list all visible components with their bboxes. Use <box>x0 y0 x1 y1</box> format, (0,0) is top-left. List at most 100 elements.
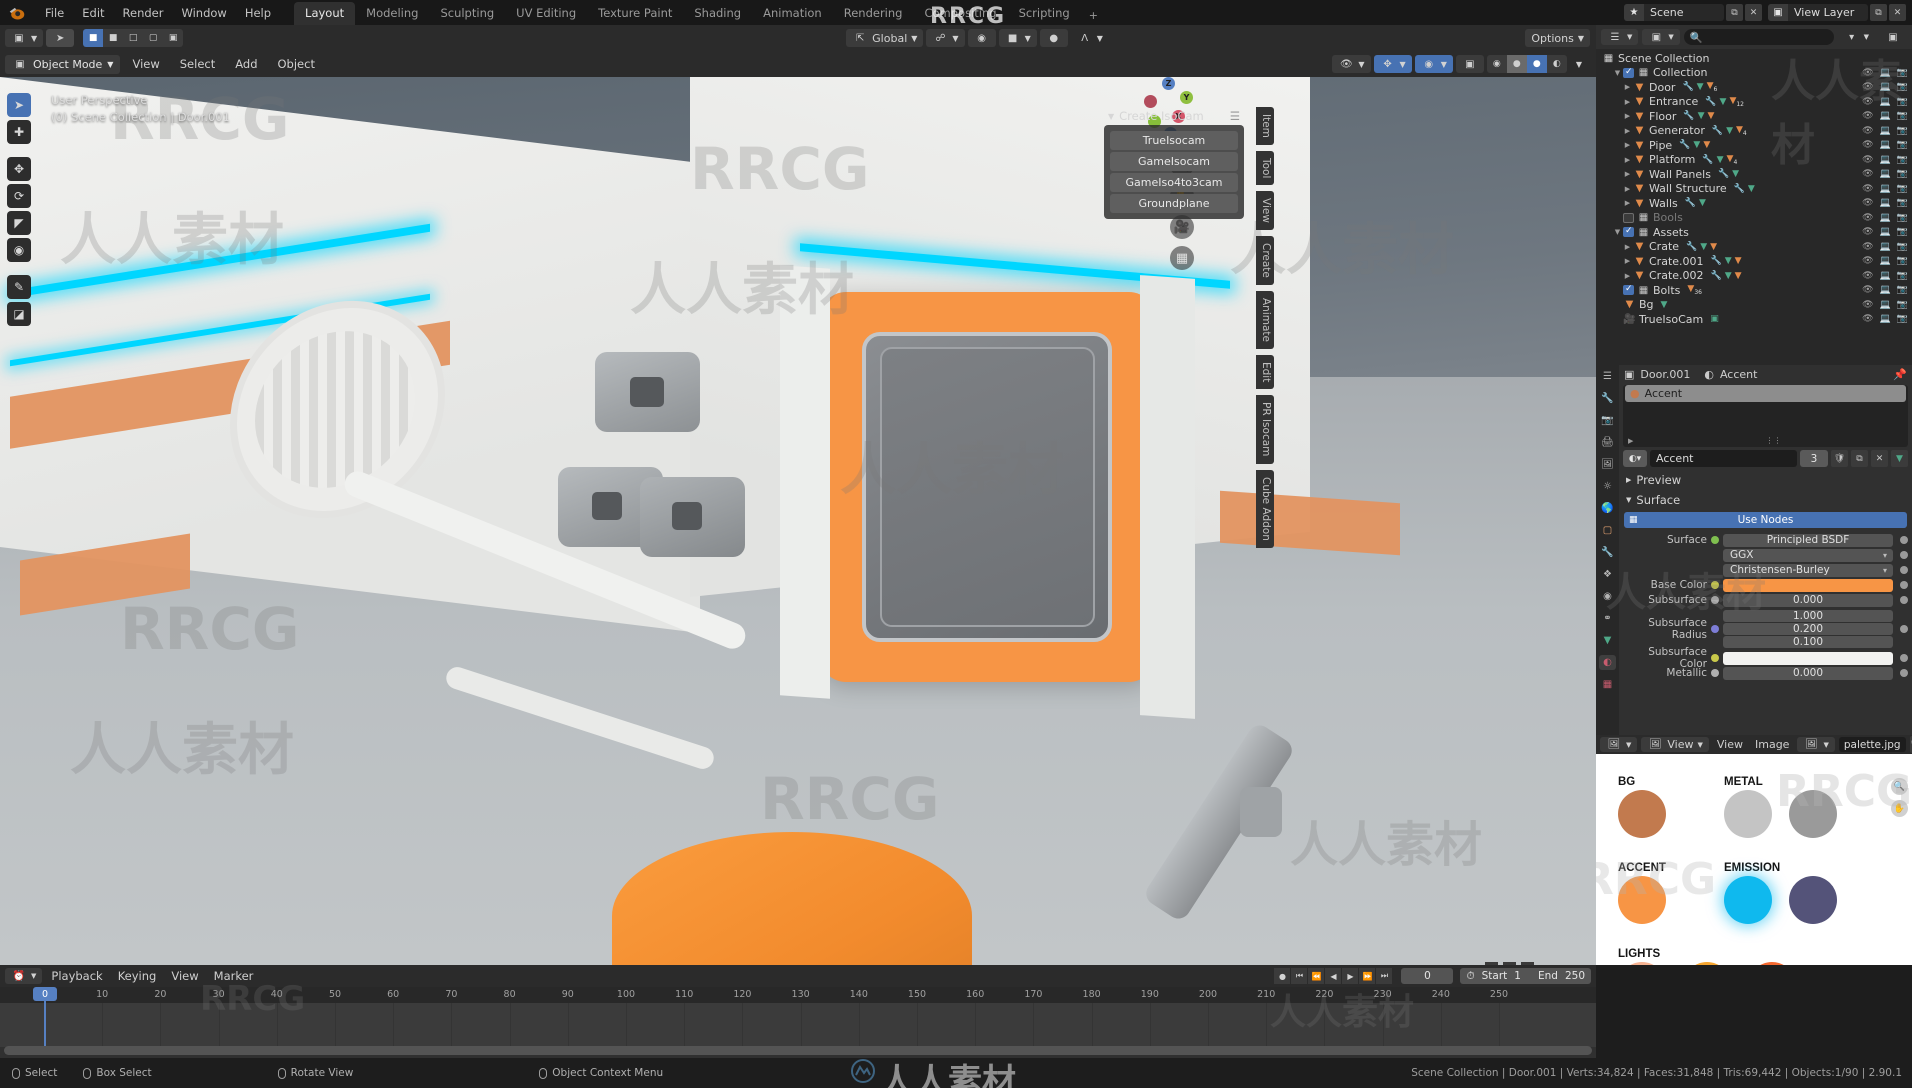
unlink-material-button[interactable]: ✕ <box>1871 450 1888 467</box>
new-scene-button[interactable]: ⧉ <box>1726 4 1743 21</box>
screen-icon[interactable]: 💻 <box>1880 256 1891 266</box>
view-layer-selector[interactable]: ▣ View Layer <box>1768 4 1868 21</box>
screen-icon[interactable]: 💻 <box>1880 97 1891 107</box>
tab-modifier[interactable]: 🔧 <box>1599 545 1616 560</box>
solid-shading-button[interactable]: ● <box>1506 55 1527 73</box>
modifier-wrench-icon[interactable]: 🔧 <box>1711 271 1722 281</box>
modifier-wrench-icon[interactable]: 🔧 <box>1718 169 1729 179</box>
object-mode-selector[interactable]: ▣ Object Mode ▼ <box>5 54 121 74</box>
property-socket-dot[interactable] <box>1711 581 1719 589</box>
tool-scale[interactable]: ◤ <box>7 211 31 235</box>
screen-icon[interactable]: 💻 <box>1880 140 1891 150</box>
use-preview-range-icon[interactable]: ⏱ <box>1466 970 1474 983</box>
outliner-checkbox[interactable] <box>1623 284 1634 296</box>
tab-texture[interactable]: ▦ <box>1599 677 1616 692</box>
image-editor-mode-button[interactable]: 🖼 View ▼ <box>1641 737 1709 752</box>
grid-icon[interactable]: ▦ <box>1170 246 1194 270</box>
property-value-field[interactable]: 0.200 <box>1723 623 1893 635</box>
gameisocam-button[interactable]: GameIsocam <box>1110 152 1238 171</box>
outliner-row-walls[interactable]: ▶ ▼ Walls 🔧 ▼ 👁 💻 📷 <box>1596 196 1912 211</box>
camera-render-icon[interactable]: 📷 <box>1897 242 1908 252</box>
property-dropdown[interactable]: GGX <box>1723 548 1893 562</box>
current-frame-field[interactable]: 0 <box>1401 968 1454 984</box>
properties-editor-type-button[interactable]: ☰ <box>1599 369 1616 384</box>
menu-window[interactable]: Window <box>172 4 235 22</box>
tab-object[interactable]: ▢ <box>1599 523 1616 538</box>
property-value-field[interactable]: Principled BSDF <box>1723 533 1893 547</box>
property-output-dot[interactable] <box>1900 566 1908 574</box>
timeline-playhead[interactable]: 0 <box>33 987 57 1047</box>
tab-object-data[interactable]: ▼ <box>1599 633 1616 648</box>
mesh-data-icon[interactable]: ▼ <box>1726 126 1733 136</box>
property-output-dot[interactable] <box>1900 654 1908 662</box>
sidetab-edit[interactable]: Edit <box>1256 355 1274 390</box>
property-color-swatch[interactable] <box>1723 651 1893 665</box>
mesh-data-icon[interactable]: ▼ <box>1693 140 1700 150</box>
section-preview[interactable]: ▶ Preview <box>1619 470 1912 490</box>
mesh-data-icon[interactable]: ▼ <box>1725 256 1732 266</box>
material-data-icon[interactable]: ▼ <box>1703 140 1710 150</box>
scene-selector[interactable]: ★ Scene <box>1624 4 1724 21</box>
modifier-wrench-icon[interactable]: 🔧 <box>1686 242 1697 252</box>
tab-shading[interactable]: Shading <box>683 2 752 25</box>
menu-render[interactable]: Render <box>114 4 173 22</box>
outliner-row-crate-002[interactable]: ▶ ▼ Crate.002 🔧 ▼ ▼ 👁 💻 📷 <box>1596 269 1912 284</box>
outliner-checkbox[interactable] <box>1623 212 1634 223</box>
gameiso4to3cam-button[interactable]: GameIso4to3cam <box>1110 173 1238 192</box>
rendered-shading-button[interactable]: ◐ <box>1546 55 1567 73</box>
eye-icon[interactable]: 👁 <box>1862 227 1873 237</box>
outliner-expand-arrow[interactable]: ▶ <box>1622 127 1633 135</box>
eye-icon[interactable]: 👁 <box>1862 314 1873 324</box>
material-data-icon-badge[interactable]: ▼36 <box>1687 284 1702 296</box>
camera-render-icon[interactable]: 📷 <box>1897 256 1908 266</box>
camera-render-icon[interactable]: 📷 <box>1897 97 1908 107</box>
screen-icon[interactable]: 💻 <box>1880 314 1891 324</box>
mesh-data-icon[interactable]: ▼ <box>1699 198 1706 208</box>
eye-icon[interactable]: 👁 <box>1862 169 1873 179</box>
modifier-wrench-icon[interactable]: 🔧 <box>1702 155 1713 165</box>
eye-icon[interactable]: 👁 <box>1862 68 1873 78</box>
sidetab-tool[interactable]: Tool <box>1256 150 1274 186</box>
outliner-expand-arrow[interactable]: ▶ <box>1622 156 1633 164</box>
outliner-expand-arrow[interactable]: ▼ <box>1612 69 1623 77</box>
camera-render-icon[interactable]: 📷 <box>1897 126 1908 136</box>
eye-icon[interactable]: 👁 <box>1862 198 1873 208</box>
palette-image[interactable]: BG METAL ACCENT EMISSION LIGHTS 🔍 ✋ RRCG RRC… <box>1596 754 1912 965</box>
tab-sculpting[interactable]: Sculpting <box>429 2 505 25</box>
property-socket-dot[interactable] <box>1711 654 1719 662</box>
tab-texture-paint[interactable]: Texture Paint <box>587 2 683 25</box>
screen-icon[interactable]: 💻 <box>1880 184 1891 194</box>
outliner-row-crate[interactable]: ▶ ▼ Crate 🔧 ▼ ▼ 👁 💻 📷 <box>1596 240 1912 255</box>
camera-data-icon[interactable]: ▣ <box>1710 314 1719 324</box>
end-frame-value[interactable]: 250 <box>1565 970 1585 982</box>
tab-animation[interactable]: Animation <box>752 2 833 25</box>
slot-grip-icon[interactable]: ⋮⋮ <box>1766 436 1782 445</box>
material-data-icon-badge[interactable]: ▼4 <box>1727 154 1738 166</box>
record-button[interactable]: ● <box>1274 968 1291 984</box>
eye-icon[interactable]: 👁 <box>1862 126 1873 136</box>
select-set-button[interactable]: ■ <box>83 29 104 47</box>
property-socket-dot[interactable] <box>1711 669 1719 677</box>
screen-icon[interactable]: 💻 <box>1880 242 1891 252</box>
menu-help[interactable]: Help <box>236 4 280 22</box>
frame-range-fields[interactable]: ⏱ Start 1 End 250 <box>1460 968 1591 984</box>
outliner-expand-arrow[interactable]: ▶ <box>1622 170 1633 178</box>
viewport-menu-view[interactable]: View <box>124 55 167 73</box>
outliner-display-mode-button[interactable]: ▣ ▼ <box>1642 29 1680 45</box>
timeline-ruler[interactable]: 0 10 20 30 40 50 60 70 80 90 100 110 120 130 140 150 160… <box>0 987 1596 1003</box>
modifier-wrench-icon[interactable]: 🔧 <box>1734 184 1745 194</box>
camera-render-icon[interactable]: 📷 <box>1897 184 1908 194</box>
select-extend-button[interactable]: ■ <box>103 29 124 47</box>
tab-particles[interactable]: ❖ <box>1599 567 1616 582</box>
eye-icon[interactable]: 👁 <box>1862 111 1873 121</box>
outliner-row-crate-001[interactable]: ▶ ▼ Crate.001 🔧 ▼ ▼ 👁 💻 📷 <box>1596 254 1912 269</box>
gizmo-axis-z[interactable]: Z <box>1162 77 1175 90</box>
timeline-editor[interactable]: ⏰ ▼ Playback Keying View Marker ● ⏮ ⏪ ◀ ▶… <box>0 965 1596 1058</box>
outliner-row-wall-panels[interactable]: ▶ ▼ Wall Panels 🔧 ▼ 👁 💻 📷 <box>1596 167 1912 182</box>
eye-icon[interactable]: 👁 <box>1862 256 1873 266</box>
create-isocam-header[interactable]: ▼ Create IsoCam ☰ <box>1104 107 1244 125</box>
mesh-data-icon[interactable]: ▼ <box>1697 82 1704 92</box>
material-name-field[interactable]: Accent <box>1650 450 1797 467</box>
tool-annotate[interactable]: ✎ <box>7 275 31 299</box>
modifier-wrench-icon[interactable]: 🔧 <box>1685 198 1696 208</box>
